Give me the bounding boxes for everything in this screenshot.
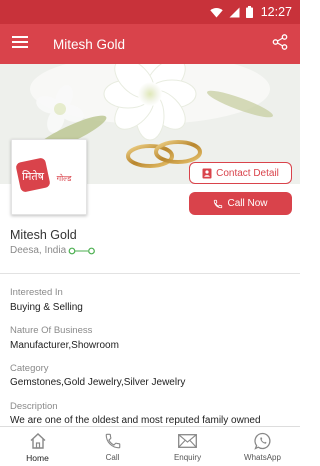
contact-detail-label: Contact Detail [216, 167, 279, 179]
signal-icon [229, 7, 240, 18]
business-name: Mitesh Gold [10, 228, 77, 242]
interested-in-label: Interested In [10, 287, 63, 298]
contact-card-icon [202, 168, 212, 179]
bottom-navigation: Home Call Enquiry WhatsApp [0, 426, 300, 466]
logo-subtext: गोल्ड [57, 173, 73, 183]
business-logo: मितेष गोल्ड [11, 139, 87, 215]
mail-icon [178, 431, 197, 451]
wifi-icon [210, 7, 223, 18]
description-value: We are one of the oldest and most repute… [10, 415, 261, 426]
share-button[interactable] [268, 32, 292, 56]
call-now-label: Call Now [227, 198, 268, 209]
nav-whatsapp[interactable]: WhatsApp [225, 427, 300, 466]
nav-call[interactable]: Call [75, 427, 150, 466]
verified-icon [68, 247, 96, 255]
status-time: 12:27 [260, 5, 292, 19]
logo-text: मितेष [22, 170, 45, 183]
nav-enquiry[interactable]: Enquiry [150, 427, 225, 466]
share-icon [272, 33, 288, 55]
nav-call-label: Call [105, 453, 120, 462]
interested-in-value: Buying & Selling [10, 302, 83, 313]
hamburger-icon [12, 35, 28, 53]
business-location: Deesa, India [10, 245, 96, 256]
app-bar: Mitesh Gold [0, 24, 300, 64]
app-screen: 12:27 Mitesh Gold मितेष गोल्ड Contact De… [0, 0, 300, 466]
call-now-button[interactable]: Call Now [189, 192, 292, 215]
description-label: Description [10, 401, 58, 412]
contact-detail-button[interactable]: Contact Detail [189, 162, 292, 184]
divider [0, 273, 300, 274]
battery-icon [245, 6, 253, 18]
nav-whatsapp-label: WhatsApp [244, 453, 281, 462]
phone-icon [213, 199, 223, 209]
category-label: Category [10, 363, 49, 374]
nature-of-business-value: Manufacturer,Showroom [10, 340, 119, 351]
phone-icon [104, 431, 122, 451]
status-bar: 12:27 [0, 0, 300, 24]
whatsapp-icon [253, 431, 272, 451]
category-value: Gemstones,Gold Jewelry,Silver Jewelry [10, 377, 186, 388]
nav-home-label: Home [26, 452, 49, 463]
nature-of-business-label: Nature Of Business [10, 325, 93, 336]
home-icon [29, 431, 47, 451]
nav-enquiry-label: Enquiry [173, 453, 202, 462]
menu-button[interactable] [0, 24, 40, 64]
app-title: Mitesh Gold [53, 36, 126, 52]
nav-home[interactable]: Home [0, 427, 75, 466]
location-text: Deesa, India [10, 245, 67, 256]
